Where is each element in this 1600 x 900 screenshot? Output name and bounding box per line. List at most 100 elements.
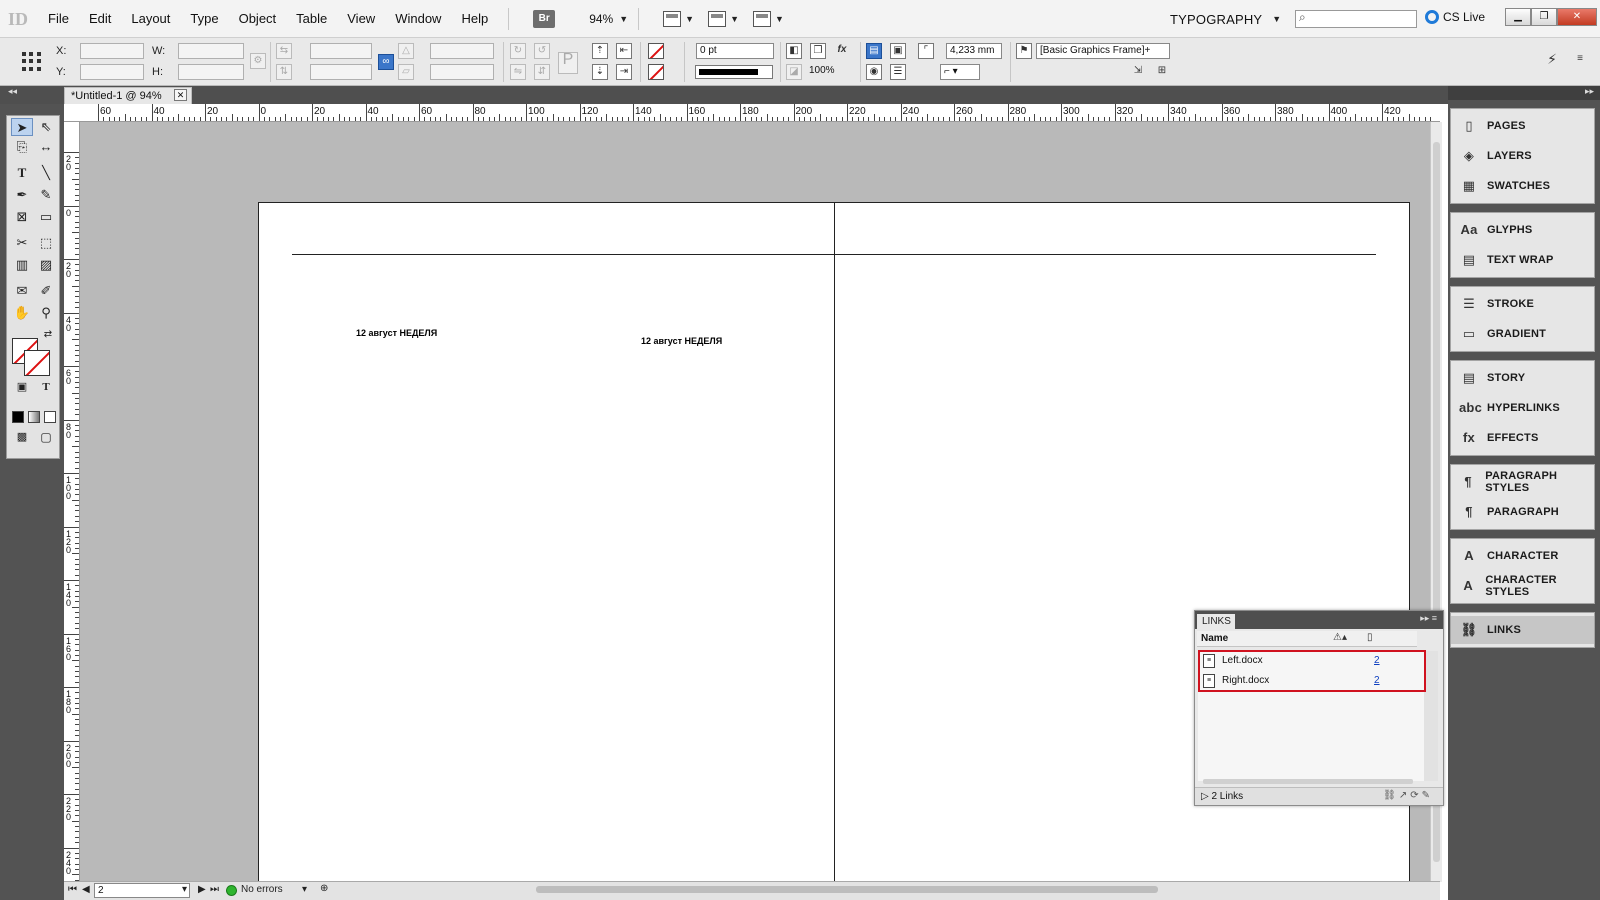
arrange-documents-icon[interactable] xyxy=(753,10,771,27)
links-list-hscroll[interactable] xyxy=(1203,779,1413,784)
column-header-name[interactable]: Name xyxy=(1197,631,1417,647)
gap-tool-icon[interactable]: ↔ xyxy=(35,138,57,156)
stroke-none-icon[interactable] xyxy=(648,64,664,80)
rotation-field[interactable] xyxy=(430,43,494,59)
stroke-swatch[interactable] xyxy=(24,350,50,376)
eyedropper-tool-icon[interactable]: ✐ xyxy=(35,282,57,300)
links-actions[interactable]: ⛓↗⟳✎ xyxy=(1383,790,1433,801)
text-wrap-none-icon[interactable]: ▤ xyxy=(866,43,882,59)
scissors-tool-icon[interactable]: ✂ xyxy=(11,234,33,252)
menu-item-table[interactable]: Table xyxy=(286,11,337,26)
clear-overrides-icon[interactable]: ⇲ xyxy=(1130,64,1146,80)
corner-options-icon[interactable]: ⌜ xyxy=(918,43,934,59)
zoom-level-select[interactable]: 94% ▼ xyxy=(589,12,628,26)
select-content-icon[interactable]: ⇣ xyxy=(592,64,608,80)
chevron-down-icon[interactable]: ▾ xyxy=(302,884,307,895)
panel-item-story[interactable]: ▤ STORY xyxy=(1451,364,1594,392)
height-field[interactable] xyxy=(178,64,244,80)
fill-stroke-swatches[interactable] xyxy=(12,338,54,380)
gradient-swatch-tool-icon[interactable]: ▥ xyxy=(11,256,33,274)
previous-page-icon[interactable]: ◀ xyxy=(82,884,90,895)
edit-original-icon[interactable]: ✎ xyxy=(1422,790,1433,801)
scale-y-field[interactable] xyxy=(310,64,372,80)
panel-menu-icon[interactable]: ▸▸ ≡ xyxy=(1420,613,1437,624)
x-field[interactable] xyxy=(80,43,144,59)
shear-field[interactable] xyxy=(430,64,494,80)
direct-selection-tool-icon[interactable]: ⇖ xyxy=(35,118,57,136)
close-tab-icon[interactable]: ✕ xyxy=(174,89,187,101)
preview-mode-icon[interactable]: ▢ xyxy=(35,428,57,446)
menu-item-object[interactable]: Object xyxy=(229,11,287,26)
last-page-icon[interactable]: ⏭ xyxy=(210,884,219,895)
gradient-feather-tool-icon[interactable]: ▨ xyxy=(35,256,57,274)
next-page-icon[interactable]: ▶ xyxy=(198,884,206,895)
help-search-input[interactable] xyxy=(1295,10,1417,28)
bridge-button[interactable]: Br xyxy=(533,9,556,28)
normal-mode-icon[interactable]: ▩ xyxy=(11,428,33,446)
fill-none-icon[interactable] xyxy=(648,43,664,59)
maximize-button[interactable]: ❐ xyxy=(1531,8,1557,26)
effects-fx-icon[interactable]: fx xyxy=(834,43,850,59)
left-page-text-frame[interactable]: 12 август НЕДЕЛЯ xyxy=(356,328,437,338)
panel-item-text-wrap[interactable]: ▤ TEXT WRAP xyxy=(1451,246,1594,274)
apply-none-icon[interactable] xyxy=(44,411,56,423)
screen-mode-icon[interactable] xyxy=(708,10,727,27)
text-wrap-jump-icon[interactable]: ☰ xyxy=(890,64,906,80)
go-to-link-icon[interactable]: ↗ xyxy=(1399,790,1410,801)
panel-item-gradient[interactable]: ▭ GRADIENT xyxy=(1451,320,1594,348)
status-column-icon[interactable]: ⚠▴ xyxy=(1333,632,1347,643)
update-link-icon[interactable]: ⟳ xyxy=(1410,790,1421,801)
document-tab[interactable]: *Untitled-1 @ 94% xyxy=(64,87,192,104)
menu-item-layout[interactable]: Layout xyxy=(121,11,180,26)
formatting-text-icon[interactable]: T xyxy=(35,378,57,396)
text-wrap-bbox-icon[interactable]: ▣ xyxy=(890,43,906,59)
panel-item-effects[interactable]: fx EFFECTS xyxy=(1451,424,1594,452)
expand-panels-icon[interactable]: ▸▸ xyxy=(1585,86,1594,97)
apply-gradient-icon[interactable] xyxy=(28,411,40,423)
corner-size-field[interactable]: 4,233 mm xyxy=(946,43,1002,59)
panel-item-layers[interactable]: ◈ LAYERS xyxy=(1451,142,1594,170)
apply-color-icon[interactable] xyxy=(12,411,24,423)
pencil-tool-icon[interactable]: ✎ xyxy=(35,186,57,204)
select-container-icon[interactable]: ⇡ xyxy=(592,43,608,59)
menu-item-edit[interactable]: Edit xyxy=(79,11,121,26)
hand-tool-icon[interactable]: ✋ xyxy=(11,304,33,322)
link-scale-icon[interactable]: ∞ xyxy=(378,54,394,70)
minimize-button[interactable]: ▁ xyxy=(1505,8,1531,26)
stroke-type-select[interactable] xyxy=(695,65,773,79)
horizontal-scroll-thumb[interactable] xyxy=(536,886,1158,893)
page-number-field[interactable]: 2 xyxy=(94,883,190,898)
reference-point-icon[interactable] xyxy=(22,52,42,72)
menu-item-help[interactable]: Help xyxy=(451,11,498,26)
line-tool-icon[interactable]: ╲ xyxy=(35,164,57,182)
page-column-icon[interactable]: ▯ xyxy=(1367,632,1373,643)
menu-item-type[interactable]: Type xyxy=(180,11,228,26)
close-button[interactable]: ✕ xyxy=(1557,8,1597,26)
workspace-switcher[interactable]: TYPOGRAPHY ▼ xyxy=(1170,0,1281,38)
page-tool-icon[interactable]: ⎘ xyxy=(11,138,33,156)
panel-item-character[interactable]: A CHARACTER xyxy=(1451,542,1594,570)
panel-item-paragraph-styles[interactable]: ¶ PARAGRAPH STYLES xyxy=(1451,468,1594,496)
stroke-weight-field[interactable]: 0 pt xyxy=(696,43,774,59)
panel-menu-icon[interactable]: ≡ xyxy=(1572,52,1588,68)
object-style-select[interactable]: [Basic Graphics Frame]+ xyxy=(1036,43,1170,59)
horizontal-guide-line[interactable] xyxy=(292,254,1376,255)
links-panel-tab[interactable]: LINKS xyxy=(1197,614,1235,629)
panel-item-pages[interactable]: ▯ PAGES xyxy=(1451,112,1594,140)
zoom-tool-icon[interactable]: ⚲ xyxy=(35,304,57,322)
object-style-icon[interactable]: ⚑ xyxy=(1016,43,1032,59)
menu-item-window[interactable]: Window xyxy=(385,11,451,26)
constrain-proportions-icon[interactable]: ⚙ xyxy=(250,53,266,69)
free-transform-tool-icon[interactable]: ⬚ xyxy=(35,234,57,252)
rectangle-tool-icon[interactable]: ▭ xyxy=(35,208,57,226)
corner-shape-select[interactable]: ⌐ ▾ xyxy=(940,64,980,80)
rotate-cw-icon[interactable]: ↻ xyxy=(510,43,526,59)
panel-item-paragraph[interactable]: ¶ PARAGRAPH xyxy=(1451,498,1594,526)
menu-item-file[interactable]: File xyxy=(38,11,79,26)
flip-horizontal-icon[interactable]: ⇋ xyxy=(510,64,526,80)
menu-item-view[interactable]: View xyxy=(337,11,385,26)
cs-live-button[interactable]: CS Live xyxy=(1425,10,1485,24)
select-next-icon[interactable]: ⇥ xyxy=(616,64,632,80)
text-wrap-shape-icon[interactable]: ◉ xyxy=(866,64,882,80)
selection-tool-icon[interactable]: ➤ xyxy=(11,118,33,136)
